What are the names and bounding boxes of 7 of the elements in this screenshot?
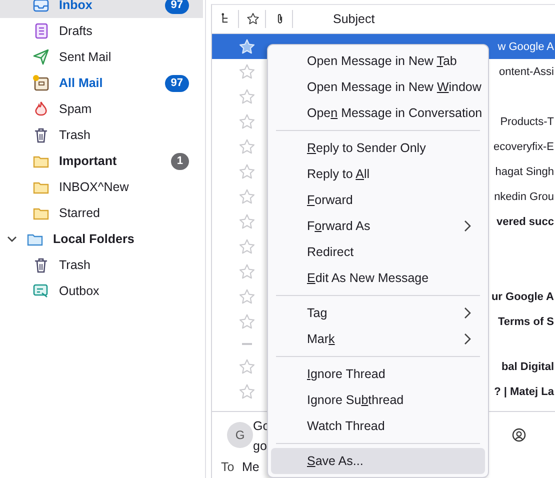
count-badge: 1 (170, 152, 189, 170)
count-badge: 97 (164, 0, 189, 14)
sender-address: go (253, 439, 267, 453)
recipient-name: Me (242, 460, 260, 474)
avatar: G (227, 422, 253, 448)
to-label: To (221, 460, 234, 474)
count-badge: 97 (164, 74, 189, 92)
